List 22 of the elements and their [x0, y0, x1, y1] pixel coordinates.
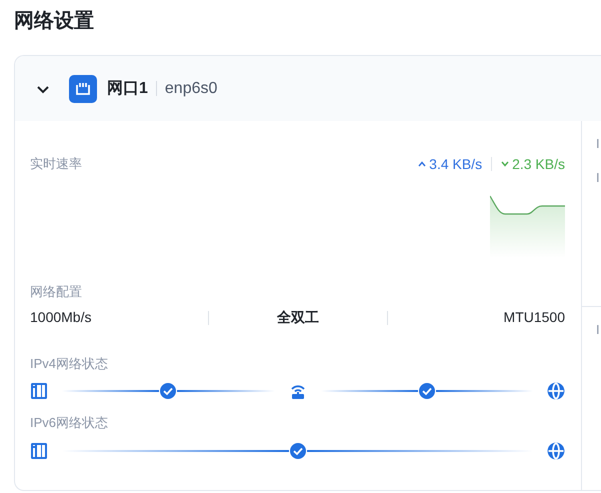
server-icon	[30, 382, 48, 400]
up-caret-icon	[418, 161, 426, 167]
duplex-mode: 全双工	[276, 308, 320, 327]
down-caret-icon	[501, 161, 510, 167]
side-label: I	[596, 321, 601, 339]
download-rate: 2.3 KB/s	[501, 154, 565, 174]
upload-rate: 3.4 KB/s	[418, 154, 482, 174]
config-label: 网络配置	[30, 283, 83, 301]
side-label: I	[596, 169, 601, 187]
side-label: I	[596, 135, 601, 153]
server-icon	[30, 442, 48, 460]
status-label: IPv4网络状态	[30, 354, 110, 372]
device-name: enp6s0	[164, 78, 218, 98]
status-label: IPv6网络状态	[30, 414, 110, 432]
interface-name: 网口1	[107, 78, 148, 98]
globe-icon	[547, 442, 565, 460]
rate-label: 实时速率	[30, 155, 82, 174]
page-title: 网络设置	[14, 9, 94, 34]
globe-icon	[547, 382, 565, 400]
mtu-value: MTU1500	[502, 308, 565, 327]
ethernet-port-icon	[69, 74, 97, 102]
link-speed: 1000Mb/s	[30, 308, 92, 327]
